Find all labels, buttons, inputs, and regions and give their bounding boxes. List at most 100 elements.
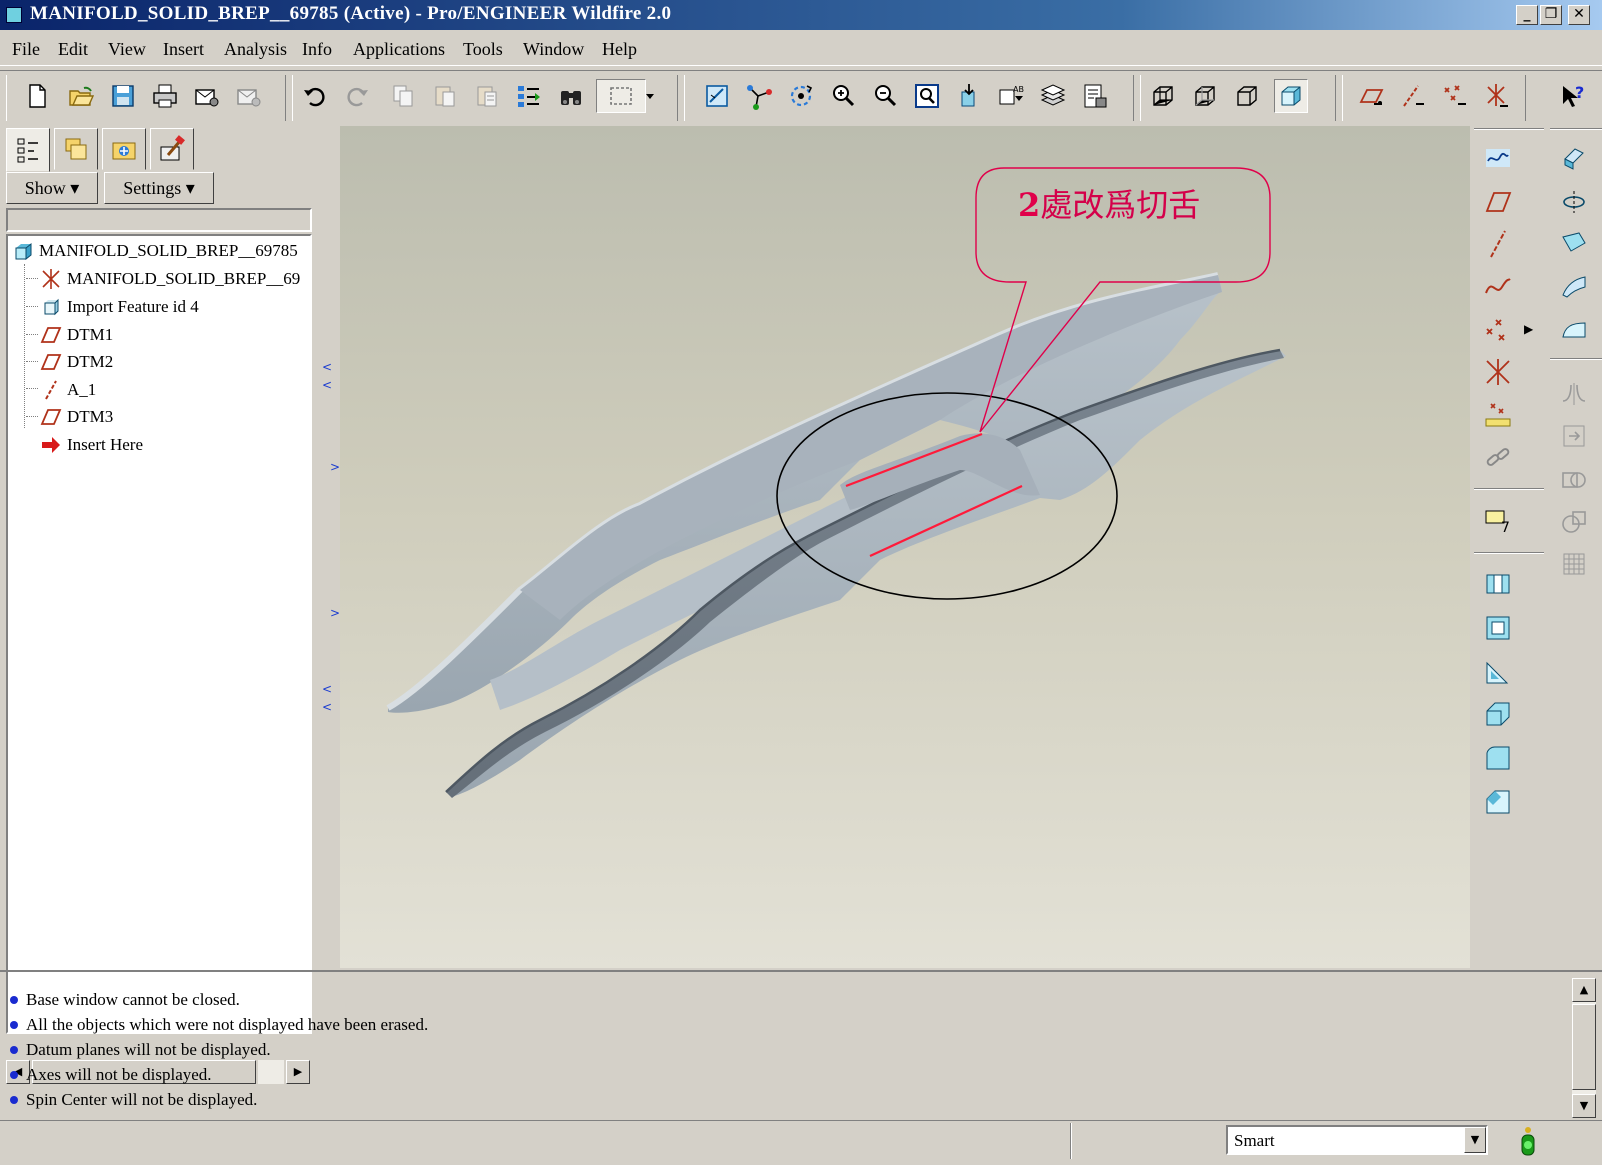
tab-favorites[interactable] [102, 128, 146, 170]
message-scrollbar[interactable]: ▲ ▼ [1572, 978, 1596, 1118]
shading-icon[interactable] [1274, 79, 1308, 113]
settings-dropdown[interactable]: Settings ▾ [104, 172, 214, 204]
expand-right-icon[interactable]: > [330, 606, 340, 620]
no-hidden-icon[interactable] [1230, 79, 1264, 113]
refit-icon[interactable] [910, 79, 944, 113]
hole-tool-icon[interactable] [1480, 566, 1516, 602]
find-binoculars-icon[interactable] [554, 79, 588, 113]
back-flange[interactable] [388, 275, 1222, 713]
draft-tool-icon[interactable] [1480, 696, 1516, 732]
regeneration-status-light-icon[interactable] [1518, 1125, 1538, 1157]
sweep-tool-icon[interactable] [1556, 226, 1592, 262]
menu-insert[interactable]: Insert [163, 39, 204, 60]
open-folder-icon[interactable] [64, 79, 98, 113]
new-file-icon[interactable] [20, 79, 54, 113]
view-manager-icon[interactable] [1078, 79, 1112, 113]
hidden-line-icon[interactable] [1188, 79, 1222, 113]
reorient-icon[interactable] [952, 79, 986, 113]
minimize-button[interactable]: _ [1516, 5, 1538, 25]
extrude-tool-icon[interactable] [1556, 140, 1592, 176]
tab-model-tree[interactable] [6, 128, 50, 172]
send-link-icon[interactable] [232, 79, 266, 113]
flyout-arrow-icon[interactable]: ▶ [1524, 322, 1533, 336]
select-mode-chevron-down-icon[interactable] [640, 79, 660, 113]
datum-plane-tool-icon[interactable] [1480, 184, 1516, 220]
menu-applications[interactable]: Applications [353, 39, 445, 60]
collapse-left-icon[interactable]: < [322, 700, 332, 714]
close-button[interactable]: ✕ [1568, 5, 1590, 25]
annotation-note-icon[interactable]: 7 [1480, 502, 1516, 538]
tab-folder-browser[interactable] [54, 128, 98, 170]
rib-tool-icon[interactable] [1480, 654, 1516, 690]
merge-tool-icon[interactable] [1556, 462, 1592, 498]
menu-help[interactable]: Help [602, 39, 637, 60]
collapse-left-icon[interactable]: < [322, 378, 332, 392]
spin-center-icon[interactable] [742, 79, 776, 113]
regenerate-icon[interactable] [512, 79, 546, 113]
menu-edit[interactable]: Edit [58, 39, 88, 60]
menu-window[interactable]: Window [523, 39, 584, 60]
tree-item-a1[interactable]: A_1 [38, 377, 96, 403]
csys-tool-icon[interactable] [1480, 354, 1516, 390]
tree-filter-field[interactable] [6, 208, 312, 232]
mirror-tool-icon[interactable] [1556, 376, 1592, 412]
copy-icon[interactable] [386, 79, 420, 113]
revolve-tool-icon[interactable] [1556, 184, 1592, 220]
tree-item-part[interactable]: MANIFOLD_SOLID_BREP__69785 [10, 238, 298, 264]
tree-item-csys[interactable]: MANIFOLD_SOLID_BREP__69 [38, 266, 300, 292]
menu-analysis[interactable]: Analysis [224, 39, 287, 60]
paste-special-icon[interactable] [470, 79, 504, 113]
scroll-up-icon[interactable]: ▲ [1572, 978, 1596, 1002]
undo-icon[interactable] [298, 79, 332, 113]
tab-connections[interactable] [150, 128, 194, 170]
collapse-left-icon[interactable]: < [322, 682, 332, 696]
chamfer-tool-icon[interactable] [1480, 784, 1516, 820]
context-help-icon[interactable]: ? [1556, 79, 1590, 113]
expand-right-icon[interactable]: > [330, 460, 340, 474]
blend-tool-icon[interactable] [1556, 268, 1592, 304]
print-icon[interactable] [148, 79, 182, 113]
menu-view[interactable]: View [108, 39, 146, 60]
send-mail-icon[interactable] [190, 79, 224, 113]
collapse-left-icon[interactable]: < [322, 360, 332, 374]
menu-info[interactable]: Info [302, 39, 332, 60]
datum-axes-toggle-icon[interactable] [1396, 79, 1430, 113]
datum-planes-toggle-icon[interactable] [1354, 79, 1388, 113]
tree-item-dtm1[interactable]: DTM1 [38, 322, 113, 348]
tree-item-dtm3[interactable]: DTM3 [38, 404, 113, 430]
orient-mode-icon[interactable] [784, 79, 818, 113]
datum-curve-tool-icon[interactable] [1480, 268, 1516, 304]
move-tool-icon[interactable] [1556, 418, 1592, 454]
tree-item-dtm2[interactable]: DTM2 [38, 349, 113, 375]
save-icon[interactable] [106, 79, 140, 113]
graphics-window[interactable]: 2處改爲切舌 [340, 126, 1470, 968]
datum-points-toggle-icon[interactable] [1438, 79, 1472, 113]
zoom-in-icon[interactable] [826, 79, 860, 113]
round-tool-icon[interactable] [1480, 740, 1516, 776]
scroll-thumb[interactable] [1572, 1004, 1596, 1090]
shell-tool-icon[interactable] [1480, 610, 1516, 646]
paste-icon[interactable] [428, 79, 462, 113]
tree-item-insert-here[interactable]: Insert Here [38, 432, 143, 458]
analysis-feature-icon[interactable] [1480, 396, 1516, 432]
pattern-tool-icon[interactable] [1556, 546, 1592, 582]
trim-tool-icon[interactable] [1556, 504, 1592, 540]
chain-link-tool-icon[interactable] [1480, 440, 1516, 476]
csys-toggle-icon[interactable] [1480, 79, 1514, 113]
wireframe-icon[interactable] [1146, 79, 1180, 113]
menu-file[interactable]: File [12, 39, 40, 60]
tree-item-import-feature[interactable]: Import Feature id 4 [38, 294, 199, 320]
boundary-blend-icon[interactable] [1556, 312, 1592, 348]
selection-filter-select[interactable]: Smart ▼ [1226, 1125, 1488, 1155]
scroll-down-icon[interactable]: ▼ [1572, 1094, 1596, 1118]
panel-splitter[interactable]: < < > > < < [322, 126, 340, 968]
restore-button[interactable]: ❐ [1540, 5, 1562, 25]
redo-icon[interactable] [340, 79, 374, 113]
filter-chevron-down-icon[interactable]: ▼ [1464, 1127, 1486, 1153]
menu-tools[interactable]: Tools [463, 39, 503, 60]
datum-axis-tool-icon[interactable] [1480, 226, 1516, 262]
show-dropdown[interactable]: Show ▾ [6, 172, 98, 204]
zoom-out-icon[interactable] [868, 79, 902, 113]
datum-point-tool-icon[interactable] [1480, 312, 1516, 348]
sketch-tool-icon[interactable] [1480, 140, 1516, 176]
